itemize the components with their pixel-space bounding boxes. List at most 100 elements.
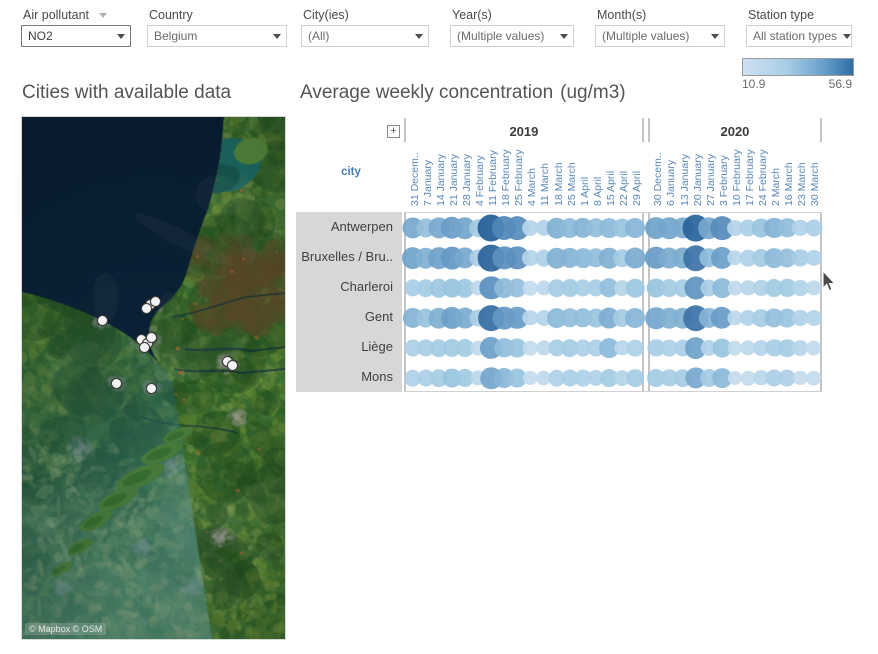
week-label-text: 6 January <box>665 159 678 206</box>
week-label[interactable]: 25 March <box>563 144 578 206</box>
week-label[interactable]: 17 February <box>741 144 756 206</box>
week-label[interactable]: 18 March <box>550 144 565 206</box>
matrix-cell-dot[interactable] <box>805 219 823 237</box>
filter-station-type-select[interactable]: All station types <box>746 25 852 47</box>
filter-months-chevron-down-icon[interactable] <box>711 33 719 39</box>
week-label[interactable]: 28 January <box>458 144 473 206</box>
week-label-text: 22 April <box>618 170 631 206</box>
map-marker[interactable] <box>138 341 150 353</box>
week-label[interactable]: 10 February <box>728 144 743 206</box>
week-label[interactable]: 2 March <box>768 144 782 206</box>
filter-air-pollutant-select[interactable]: NO2 <box>21 25 131 47</box>
filter-station-type-chevron-down-icon[interactable] <box>843 33 851 39</box>
matrix-cell-dot[interactable] <box>625 217 646 239</box>
week-label[interactable]: 3 February <box>715 144 730 206</box>
week-label[interactable]: 21 January <box>445 144 460 206</box>
week-label-text: 18 February <box>500 149 513 206</box>
week-label[interactable]: 4 March <box>524 144 538 206</box>
map-marker[interactable] <box>145 331 157 343</box>
week-label-text: 15 April <box>604 170 617 206</box>
filter-years-label-text: Year(s) <box>452 8 492 22</box>
week-label[interactable]: 11 March <box>537 144 551 206</box>
map-marker[interactable] <box>96 314 108 326</box>
city-row-label[interactable]: Antwerpen <box>296 212 402 242</box>
matrix-cell-dot[interactable] <box>624 247 646 269</box>
city-row-label[interactable]: Gent <box>296 302 402 332</box>
week-label[interactable]: 30 Decem.. <box>650 144 664 206</box>
map-panel[interactable]: © Mapbox © OSM <box>21 116 286 640</box>
week-label[interactable]: 4 February <box>471 144 487 206</box>
map-marker[interactable] <box>140 302 152 314</box>
legend-gradient-bar <box>742 58 854 76</box>
week-label[interactable]: 31 Decem.. <box>406 144 421 206</box>
city-row-labels: Antwerpen Bruxelles / Bru.. Charleroi Gent L… <box>296 212 402 392</box>
legend-max-value: 56.9 <box>828 77 852 91</box>
week-label[interactable]: 18 February <box>498 144 513 206</box>
week-label[interactable]: 27 January <box>702 144 717 206</box>
week-label[interactable]: 6 January <box>663 144 678 206</box>
week-label[interactable]: 15 April <box>602 144 617 206</box>
filter-country-select[interactable]: Belgium <box>147 25 287 47</box>
map-marker[interactable] <box>145 382 157 394</box>
filter-years-select[interactable]: (Multiple values) <box>450 25 574 47</box>
matrix-cell-dot[interactable] <box>626 278 645 298</box>
filter-station-type-label: Station type <box>746 8 852 22</box>
week-label[interactable]: 8 April <box>589 144 604 206</box>
satellite-map-image[interactable] <box>22 117 285 639</box>
filter-air-pollutant-label-text: Air pollutant <box>23 8 90 22</box>
filter-months-label-text: Month(s) <box>597 8 647 22</box>
map-marker[interactable] <box>110 377 122 389</box>
city-row-label[interactable]: Mons <box>296 362 402 392</box>
matrix-cell-dot[interactable] <box>805 309 822 327</box>
matrix-cell-dot[interactable] <box>625 307 646 329</box>
map-title: Cities with available data <box>22 82 232 103</box>
year-header-row: 2019 2020 <box>404 118 823 142</box>
week-header-row: 31 Decem.. 7 January 14 January 21 January 2… <box>404 144 822 206</box>
week-label[interactable]: 7 January <box>419 144 434 206</box>
filter-cities-label-text: City(ies) <box>303 8 349 22</box>
week-label[interactable]: 29 April <box>629 144 644 206</box>
week-label[interactable]: 24 February <box>755 144 769 206</box>
week-label[interactable]: 13 January <box>676 144 691 206</box>
week-label-text: 29 April <box>631 170 644 206</box>
matrix-cell-dot[interactable] <box>626 369 645 387</box>
legend-ticks: 10.9 56.9 <box>742 77 852 91</box>
week-label[interactable]: 1 April <box>576 144 591 206</box>
week-label[interactable]: 14 January <box>432 144 447 206</box>
expand-field-button[interactable]: + <box>387 125 400 138</box>
dashboard: Air pollutant NO2 Country Belgium City(ies) (… <box>0 0 878 654</box>
matrix-plot-area[interactable] <box>401 212 823 392</box>
week-label[interactable]: 30 March <box>807 144 821 206</box>
week-label[interactable]: 20 January <box>689 144 704 206</box>
filter-months-label: Month(s) <box>595 8 725 22</box>
week-label[interactable]: 11 February <box>485 144 499 206</box>
filter-cities-chevron-down-icon[interactable] <box>415 33 423 39</box>
mouse-cursor <box>822 269 836 292</box>
filter-country-chevron-down-icon[interactable] <box>273 33 281 39</box>
week-label-text: 14 January <box>434 154 447 206</box>
filter-country-label-text: Country <box>149 8 193 22</box>
matrix-cell-dot[interactable] <box>626 339 644 357</box>
week-label[interactable]: 25 February <box>511 144 525 206</box>
filter-months-select[interactable]: (Multiple values) <box>595 25 725 47</box>
filter-months: Month(s) (Multiple values) <box>595 8 725 47</box>
week-label-text: 4 February <box>474 155 487 206</box>
map-marker[interactable] <box>226 359 238 371</box>
week-label-text: 10 February <box>730 149 743 206</box>
week-label[interactable]: 22 April <box>616 144 631 206</box>
city-row-label[interactable]: Liège <box>296 332 402 362</box>
week-label-text: 31 Decem.. <box>408 152 421 206</box>
matrix-cell-dot[interactable] <box>806 370 821 386</box>
filter-air-pollutant-chevron-down-icon[interactable] <box>117 33 125 39</box>
filter-years-label: Year(s) <box>450 8 574 22</box>
filter-cities-select[interactable]: (All) <box>301 25 429 47</box>
city-column-header[interactable]: city <box>302 166 400 178</box>
matrix-cell-dot[interactable] <box>806 340 821 356</box>
filter-air-pollutant-label-chevron-down-icon[interactable] <box>99 12 108 18</box>
week-label[interactable]: 23 March <box>794 144 808 206</box>
city-row-label[interactable]: Bruxelles / Bru.. <box>296 242 402 272</box>
filter-years-chevron-down-icon[interactable] <box>560 33 568 39</box>
week-label-text: 25 March <box>565 162 578 206</box>
week-label[interactable]: 16 March <box>781 144 795 206</box>
city-row-label[interactable]: Charleroi <box>296 272 402 302</box>
